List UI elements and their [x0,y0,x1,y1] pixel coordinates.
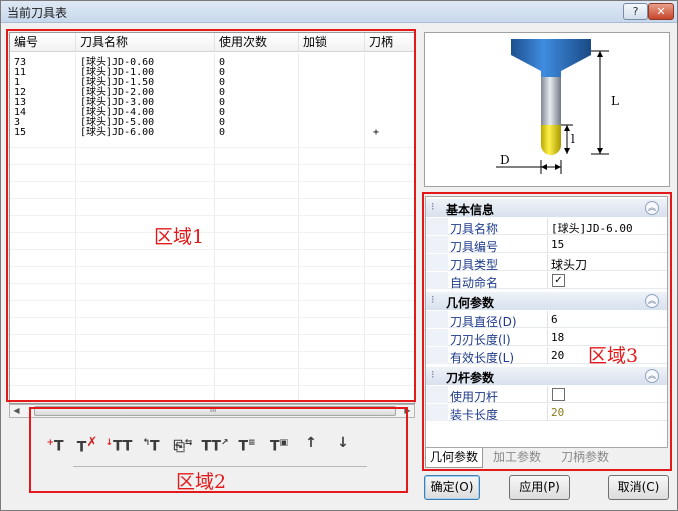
cutting-edge-shape [541,125,561,155]
scroll-left-icon[interactable]: ◀ [10,405,23,417]
label-D: D [500,153,510,167]
region-3-label: 区域3 [588,345,639,367]
tool-table-dialog: 当前刀具表 ? ✕ 编号 刀具名称 使用次数 加锁 刀柄 73 [球头]JD-0.… [0,0,678,511]
ok-button[interactable]: 确定(O) [424,475,480,500]
holder-shape [511,39,591,77]
title-bar: 当前刀具表 ? ✕ [1,1,677,23]
help-button[interactable]: ? [623,3,648,20]
grid-line [10,402,414,403]
close-button[interactable]: ✕ [648,3,674,20]
label-l: l [571,132,575,146]
shank-shape [541,77,561,125]
apply-button[interactable]: 应用(P) [509,475,570,500]
tool-preview: L l D [424,32,670,187]
region-1-label: 区域1 [154,226,205,248]
region-3-outline [422,192,672,471]
label-L: L [611,94,619,108]
region-2-label: 区域2 [176,471,227,493]
region-1-outline [6,29,416,402]
ball-end-mill-diagram: L l D [496,39,619,174]
window-title: 当前刀具表 [7,6,68,20]
cancel-button[interactable]: 取消(C) [608,475,669,500]
